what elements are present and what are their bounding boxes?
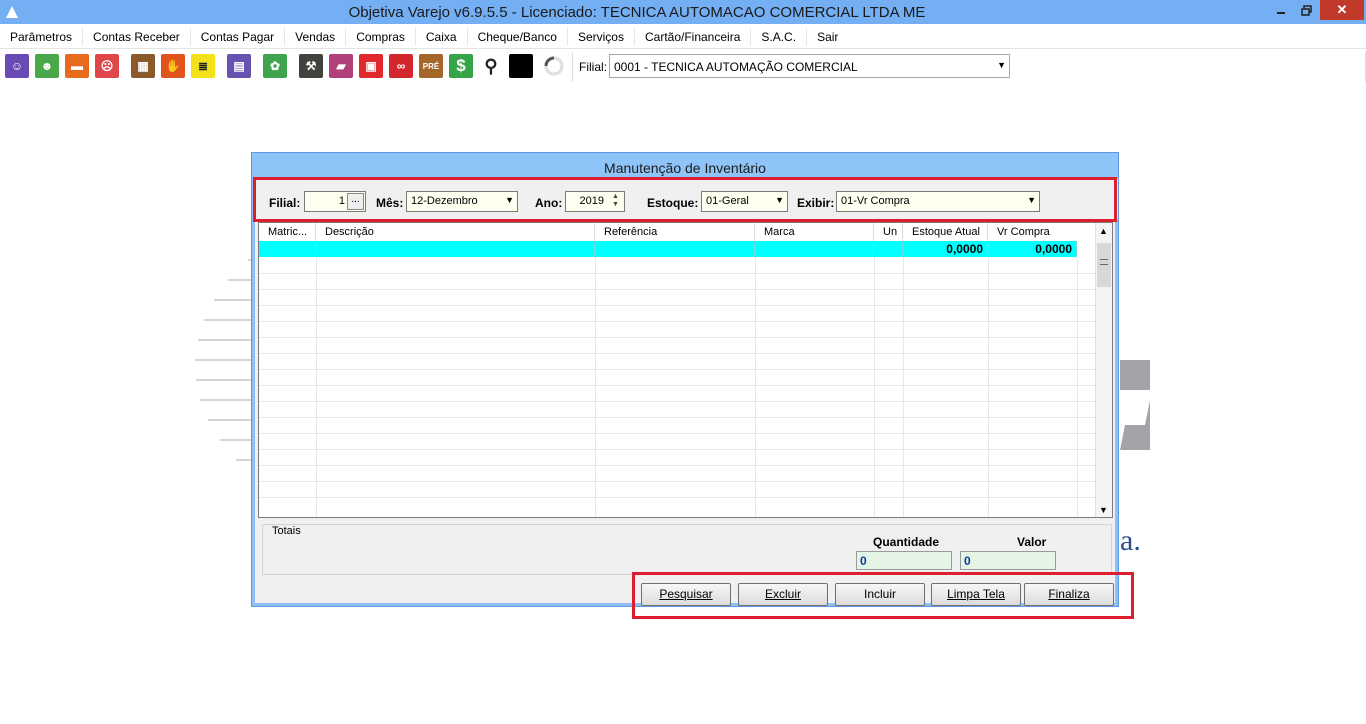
highlight-actions xyxy=(632,572,1134,619)
chevron-down-icon[interactable]: ▼ xyxy=(997,60,1006,70)
grid-line xyxy=(259,449,1097,450)
grid-line xyxy=(259,289,1097,290)
grid-column-line xyxy=(316,257,317,517)
grid-line xyxy=(259,417,1097,418)
grid-column-line xyxy=(755,257,756,517)
grid-line xyxy=(259,305,1097,306)
grid-header: Matric... Descrição Referência Marca Un … xyxy=(259,223,1097,241)
cell-matricula[interactable] xyxy=(259,241,316,257)
table-row[interactable]: 0,0000 0,0000 xyxy=(259,241,1077,257)
totals-label: Totais xyxy=(270,525,303,537)
book-icon[interactable]: ▰ xyxy=(329,54,353,78)
valor-field: 0 xyxy=(960,551,1056,570)
grid-column-line xyxy=(1077,257,1078,517)
hammer-icon[interactable]: ⚒ xyxy=(299,54,323,78)
grid-scrollbar[interactable]: ▲ ▼ xyxy=(1095,223,1112,517)
cell-marca[interactable] xyxy=(755,241,874,257)
quantidade-field: 0 xyxy=(856,551,952,570)
column-referencia[interactable]: Referência xyxy=(595,223,755,241)
chevron-down-icon[interactable]: ▼ xyxy=(1099,505,1108,515)
grid-line xyxy=(259,465,1097,466)
grid-line xyxy=(259,433,1097,434)
menu-bar: Parâmetros Contas Receber Contas Pagar V… xyxy=(0,25,1366,49)
dollar-icon[interactable]: $ xyxy=(449,54,473,78)
highlight-filters xyxy=(253,177,1117,222)
cell-referencia[interactable] xyxy=(595,241,755,257)
grid-line xyxy=(259,497,1097,498)
title-bar: Objetiva Varejo v6.9.5.5 - Licenciado: T… xyxy=(0,0,1366,24)
minimize-icon xyxy=(1277,12,1285,14)
pre-sale-icon[interactable]: PRÉ xyxy=(419,54,443,78)
notepad-icon[interactable]: ≣ xyxy=(191,54,215,78)
grid-column-line xyxy=(595,257,596,517)
branch-value: 0001 - TECNICA AUTOMAÇÃO COMERCIAL xyxy=(614,60,858,74)
restore-button[interactable] xyxy=(1294,0,1318,20)
menu-contas-receber[interactable]: Contas Receber xyxy=(83,27,191,46)
column-marca[interactable]: Marca xyxy=(755,223,874,241)
grid-column-line xyxy=(874,257,875,517)
cell-un[interactable] xyxy=(874,241,903,257)
dialog-title: Manutenção de Inventário xyxy=(252,153,1118,179)
grid-line xyxy=(259,273,1097,274)
background-tagline: a. xyxy=(1120,524,1141,557)
happy-face-icon[interactable]: ☻ xyxy=(35,54,59,78)
branch-label: Filial: xyxy=(579,60,608,74)
menu-sair[interactable]: Sair xyxy=(807,28,848,46)
chevron-up-icon[interactable]: ▲ xyxy=(1099,226,1108,236)
grip-icon xyxy=(1100,259,1108,265)
menu-contas-pagar[interactable]: Contas Pagar xyxy=(191,27,286,46)
menu-cartao-financeira[interactable]: Cartão/Financeira xyxy=(635,27,752,46)
grid-line xyxy=(259,481,1097,482)
lock-icon[interactable]: ▣ xyxy=(359,54,383,78)
scroll-thumb[interactable] xyxy=(1097,243,1111,287)
grid-line xyxy=(259,321,1097,322)
column-descricao[interactable]: Descrição xyxy=(316,223,595,241)
menu-sac[interactable]: S.A.C. xyxy=(751,27,808,46)
boxes-icon[interactable]: ▦ xyxy=(131,54,155,78)
column-estoque-atual[interactable]: Estoque Atual xyxy=(903,223,988,241)
branch-select[interactable]: 0001 - TECNICA AUTOMAÇÃO COMERCIAL ▼ xyxy=(609,54,1010,78)
map-icon[interactable]: ✿ xyxy=(263,54,287,78)
cell-vr-compra[interactable]: 0,0000 xyxy=(988,241,1077,257)
grid-column-line xyxy=(988,257,989,517)
menu-servicos[interactable]: Serviços xyxy=(568,27,635,46)
grid-line xyxy=(259,369,1097,370)
grid-column-line xyxy=(903,257,904,517)
loading-icon xyxy=(542,54,566,78)
grid-line xyxy=(259,385,1097,386)
calculator-icon[interactable]: ▤ xyxy=(227,54,251,78)
grid-line xyxy=(259,337,1097,338)
menu-parametros[interactable]: Parâmetros xyxy=(0,27,84,46)
minimize-button[interactable] xyxy=(1270,0,1292,20)
grid-line xyxy=(259,353,1097,354)
link-icon[interactable]: ∞ xyxy=(389,54,413,78)
column-matricula[interactable]: Matric... xyxy=(259,223,316,241)
cell-estoque-atual[interactable]: 0,0000 xyxy=(903,241,988,257)
sad-face-icon[interactable]: ☹ xyxy=(95,54,119,78)
quantidade-label: Quantidade xyxy=(873,535,940,549)
clients-icon[interactable]: ☺ xyxy=(5,54,29,78)
menu-vendas[interactable]: Vendas xyxy=(285,27,347,46)
black-square-icon[interactable] xyxy=(509,54,533,78)
column-un[interactable]: Un xyxy=(874,223,903,241)
handshake-icon[interactable]: ✋ xyxy=(161,54,185,78)
branch-selector-area: Filial: 0001 - TECNICA AUTOMAÇÃO COMERCI… xyxy=(572,52,1366,82)
grid-line xyxy=(259,401,1097,402)
cell-descricao[interactable] xyxy=(316,241,595,257)
menu-compras[interactable]: Compras xyxy=(346,27,416,46)
search-icon[interactable]: ⚲ xyxy=(479,54,503,78)
truck-icon[interactable]: ▬ xyxy=(65,54,89,78)
inventory-grid[interactable]: Matric... Descrição Referência Marca Un … xyxy=(258,222,1113,518)
menu-caixa[interactable]: Caixa xyxy=(416,27,468,46)
valor-label: Valor xyxy=(1017,535,1047,549)
restore-icon xyxy=(1300,4,1312,16)
column-vr-compra[interactable]: Vr Compra xyxy=(988,223,1077,241)
window-title: Objetiva Varejo v6.9.5.5 - Licenciado: T… xyxy=(348,4,926,21)
menu-cheque-banco[interactable]: Cheque/Banco xyxy=(468,27,568,46)
close-button[interactable]: ✕ xyxy=(1320,0,1364,20)
